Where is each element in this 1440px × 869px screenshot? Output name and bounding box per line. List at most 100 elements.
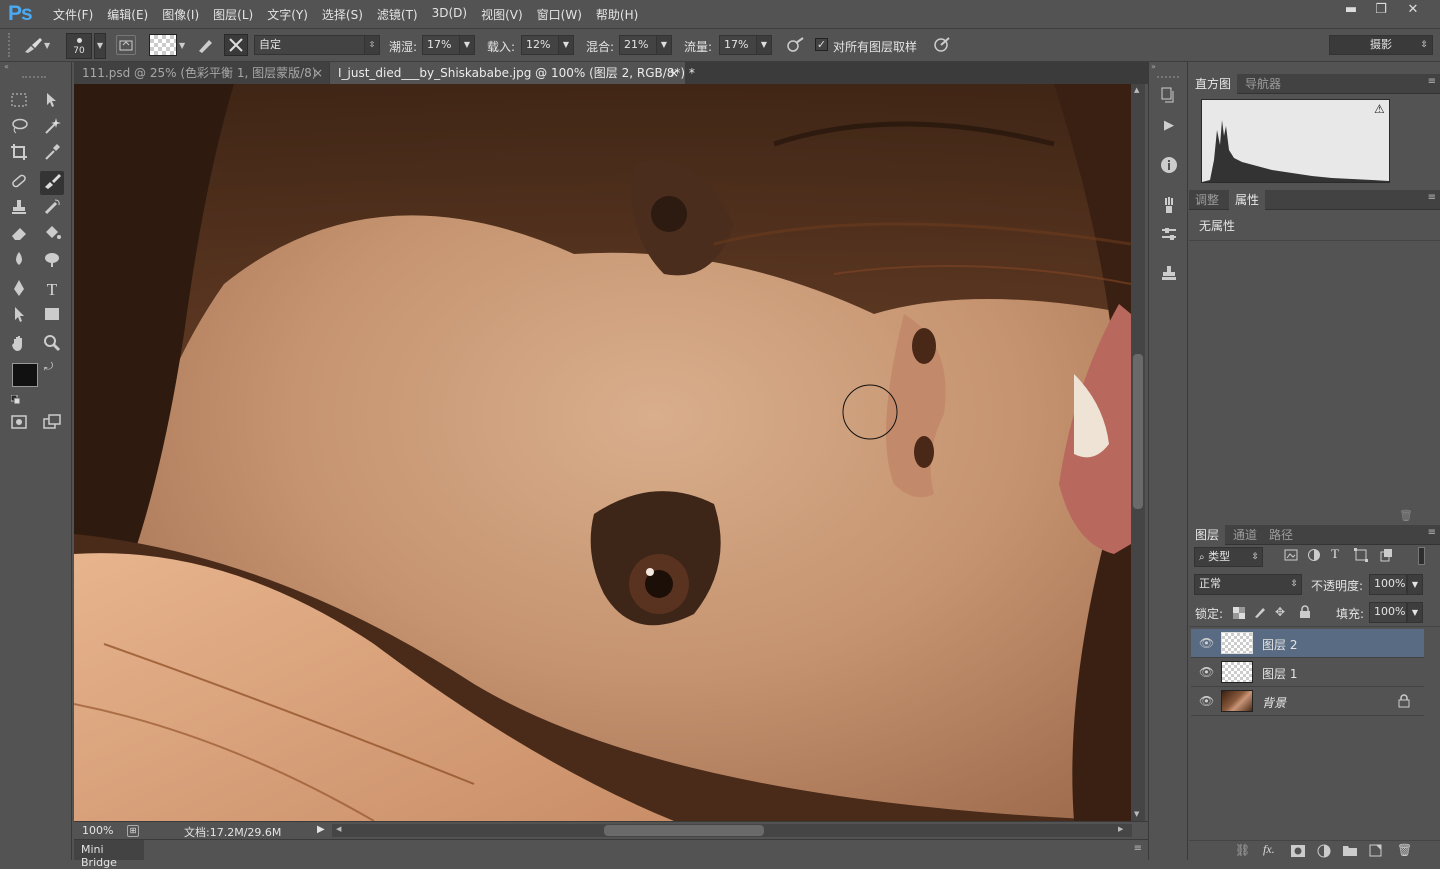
pressure-size-icon[interactable] [931, 35, 953, 55]
doc-tab-close-icon[interactable]: × [313, 62, 323, 84]
doc-tab-active[interactable]: I_just_died___by_Shiskababe.jpg @ 100% (… [330, 62, 695, 84]
menu-view[interactable]: 视图(V) [474, 6, 530, 23]
blend-mode-select[interactable]: 正常 ⇳ [1194, 574, 1302, 595]
workspace-switcher[interactable]: 摄影 ⇳ [1329, 35, 1433, 55]
doc-info-icon[interactable]: ⊞ [127, 825, 139, 837]
flow-field[interactable]: 17% [719, 35, 757, 55]
vertical-scrollbar[interactable]: ▲ ▼ [1131, 84, 1145, 821]
histogram-panel-menu-icon[interactable]: ≡ [1428, 76, 1436, 87]
status-menu-arrow-icon[interactable]: ▶ [317, 824, 325, 835]
mini-bridge-menu-icon[interactable]: ≡ [1134, 843, 1142, 854]
vertical-scroll-thumb[interactable] [1133, 354, 1143, 509]
tab-properties[interactable]: 属性 [1229, 190, 1266, 210]
toolbox-grip[interactable] [22, 76, 46, 78]
load-brush-icon[interactable] [195, 35, 217, 55]
history-brush-tool-icon[interactable] [40, 197, 64, 221]
histogram-warning-icon[interactable]: ⚠ [1374, 102, 1385, 116]
current-brush-load-swatch[interactable] [149, 34, 177, 56]
clean-brush-icon[interactable] [224, 34, 248, 56]
tab-navigator[interactable]: 导航器 [1239, 74, 1287, 94]
quick-mask-icon[interactable] [7, 412, 31, 436]
link-layers-icon[interactable]: ⛓ [1235, 843, 1250, 857]
new-group-icon[interactable] [1343, 844, 1357, 856]
sample-all-layers-checkbox[interactable]: ✓ [815, 38, 828, 51]
layer-name[interactable]: 图层 2 [1262, 636, 1297, 653]
history-panel-icon[interactable] [1158, 86, 1180, 108]
fill-dropdown[interactable]: ▼ [1407, 602, 1423, 623]
healing-brush-tool-icon[interactable] [7, 171, 31, 195]
tab-adjustments[interactable]: 调整 [1189, 190, 1225, 210]
wetness-dropdown[interactable]: ▼ [459, 35, 475, 55]
mixer-brush-preset-icon[interactable] [22, 35, 44, 55]
type-tool-icon[interactable]: T [40, 278, 64, 302]
visibility-eye-icon[interactable]: 👁 [1199, 665, 1214, 679]
clone-stamp-tool-icon[interactable] [7, 197, 31, 221]
brush-panel-icon[interactable] [1158, 225, 1180, 247]
layer-row-layer2[interactable]: 👁 图层 2 [1191, 629, 1424, 658]
strip-grip[interactable] [1157, 76, 1179, 78]
tab-channels[interactable]: 通道 [1227, 525, 1263, 545]
lasso-tool-icon[interactable] [7, 116, 31, 140]
zoom-tool-icon[interactable] [40, 333, 64, 357]
menu-layer[interactable]: 图层(L) [206, 6, 260, 23]
opacity-dropdown[interactable]: ▼ [1407, 574, 1423, 595]
minimize-button[interactable]: ▬ [1336, 0, 1366, 20]
crop-tool-icon[interactable] [7, 142, 31, 166]
close-window-button[interactable]: ✕ [1396, 0, 1430, 20]
opacity-field[interactable]: 100% [1369, 574, 1407, 595]
brush-panel-toggle-icon[interactable] [116, 35, 136, 55]
restore-button[interactable]: ❐ [1366, 0, 1396, 20]
filter-pixel-icon[interactable] [1284, 548, 1298, 562]
lock-all-icon[interactable] [1299, 605, 1311, 619]
new-layer-icon[interactable] [1369, 844, 1382, 857]
properties-panel-menu-icon[interactable]: ≡ [1428, 192, 1436, 203]
filter-toggle[interactable] [1418, 547, 1425, 565]
properties-trash-icon[interactable]: 🗑 [1399, 509, 1413, 522]
mini-bridge-tab[interactable]: Mini Bridge [74, 840, 144, 869]
airbrush-icon[interactable] [784, 35, 806, 55]
wetness-field[interactable]: 17% [422, 35, 460, 55]
swatch-dropdown-arrow[interactable]: ▼ [179, 41, 185, 50]
preset-dropdown-arrow[interactable]: ▼ [44, 41, 50, 50]
horizontal-scroll-thumb[interactable] [604, 825, 764, 836]
menu-3d[interactable]: 3D(D) [425, 6, 474, 23]
screen-mode-icon[interactable] [40, 412, 64, 436]
load-dropdown[interactable]: ▼ [558, 35, 574, 55]
dodge-tool-icon[interactable] [40, 249, 64, 273]
eraser-tool-icon[interactable] [7, 223, 31, 247]
scroll-right-arrow-icon[interactable]: ▶ [1118, 825, 1123, 833]
add-mask-icon[interactable] [1291, 845, 1305, 857]
pen-tool-icon[interactable] [7, 278, 31, 302]
options-grip[interactable] [8, 33, 16, 57]
blur-tool-icon[interactable] [7, 249, 31, 273]
layers-panel-menu-icon[interactable]: ≡ [1428, 527, 1436, 538]
filter-smart-object-icon[interactable] [1379, 548, 1393, 562]
mix-field[interactable]: 21% [619, 35, 657, 55]
new-adjustment-layer-icon[interactable] [1317, 844, 1331, 858]
scroll-up-arrow-icon[interactable]: ▲ [1134, 86, 1139, 94]
brush-size-dropdown[interactable]: ▼ [94, 33, 106, 59]
layer-name[interactable]: 背景 [1262, 694, 1286, 711]
delete-layer-icon[interactable]: 🗑 [1397, 843, 1412, 857]
menu-select[interactable]: 选择(S) [315, 6, 370, 23]
visibility-eye-icon[interactable]: 👁 [1199, 694, 1214, 708]
lock-transparent-icon[interactable] [1233, 607, 1245, 619]
document-canvas[interactable] [74, 84, 1131, 821]
mixer-brush-tool-icon[interactable] [40, 171, 64, 195]
brush-presets-panel-icon[interactable] [1158, 196, 1180, 218]
tab-paths[interactable]: 路径 [1263, 525, 1299, 545]
tab-layers[interactable]: 图层 [1189, 525, 1226, 545]
menu-window[interactable]: 窗口(W) [530, 6, 589, 23]
menu-filter[interactable]: 滤镜(T) [370, 6, 425, 23]
doc-tab-111psd[interactable]: 111.psd @ 25% (色彩平衡 1, 图层蒙版/8) × [74, 62, 329, 84]
visibility-eye-icon[interactable]: 👁 [1199, 636, 1214, 650]
lock-pixels-icon[interactable] [1253, 605, 1267, 619]
layer-row-background[interactable]: 👁 背景 [1191, 687, 1424, 716]
eyedropper-tool-icon[interactable] [40, 142, 64, 166]
brush-size-picker[interactable]: 70 [66, 33, 92, 59]
magic-wand-tool-icon[interactable] [40, 116, 64, 140]
blending-combo-select[interactable]: 自定 [254, 35, 366, 55]
swap-colors-icon[interactable]: ⤾ [44, 360, 53, 374]
filter-shape-icon[interactable] [1354, 548, 1368, 562]
flow-dropdown[interactable]: ▼ [756, 35, 772, 55]
